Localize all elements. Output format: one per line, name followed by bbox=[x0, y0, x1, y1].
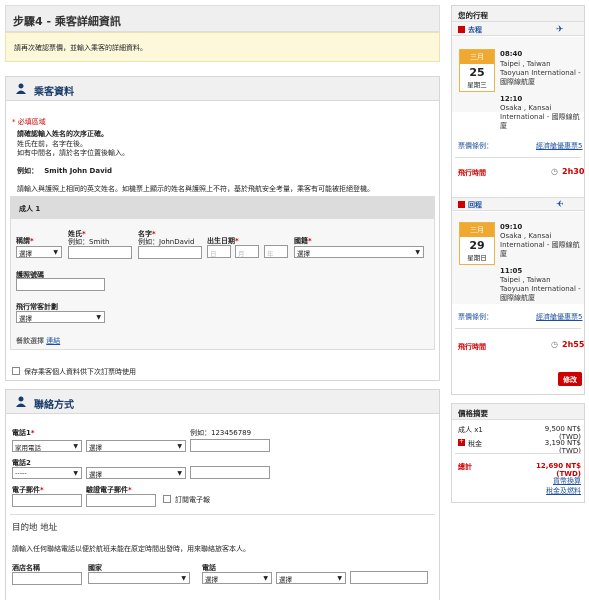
ffp-select[interactable]: 選擇 ▼ bbox=[16, 311, 105, 323]
outbound-fare-label: 票價條例： bbox=[458, 142, 493, 150]
destination-note: 請輸入任何聯絡電話以便於航班未能在原定時間出發時，用來聯絡旅客本人。 bbox=[12, 545, 250, 553]
example-label: 例如： bbox=[17, 167, 38, 175]
outbound-fare-link[interactable]: 經濟艙優惠票5 bbox=[536, 141, 582, 151]
country-select[interactable]: ▼ bbox=[88, 572, 190, 584]
outbound-date: 三月 25 星期三 bbox=[459, 49, 495, 92]
phone2-input[interactable] bbox=[190, 466, 270, 479]
name-order-title: 請確認輸入姓名的次序正確。 bbox=[17, 130, 108, 138]
person-icon bbox=[16, 83, 26, 94]
itinerary-title: 您的行程 bbox=[452, 6, 584, 22]
dob-month[interactable]: 月 bbox=[235, 245, 259, 258]
phone1-example: 例如：123456789 bbox=[190, 429, 252, 437]
dob-day[interactable]: 日 bbox=[207, 245, 231, 258]
page-title: 步驟4 - 乘客詳細資訊 bbox=[5, 5, 440, 32]
inbound-dep: Osaka , Kansai International - 國際線航廈 bbox=[500, 232, 580, 258]
outbound-duration: 2h30 bbox=[562, 167, 585, 176]
email-input[interactable] bbox=[12, 494, 82, 507]
outbound-label: 去程 bbox=[468, 26, 482, 34]
dest-phone-code-select[interactable]: 選擇 ▼ bbox=[202, 572, 272, 584]
title-select[interactable]: 選擇 ▼ bbox=[16, 246, 62, 258]
price-notice: 請再次確認票價，並輸入乘客的詳細資料。 bbox=[5, 32, 440, 62]
meal-row: 餐飲選擇 連結 bbox=[16, 337, 61, 345]
save-profile-label: 保存乘客個人資料供下次訂票時使用 bbox=[24, 368, 136, 376]
inbound-arr-time: 11:05 bbox=[500, 267, 523, 275]
modify-button[interactable]: 修改 bbox=[558, 372, 582, 386]
inbound-fare-link[interactable]: 經濟艙優惠票5 bbox=[536, 312, 582, 322]
divider bbox=[455, 453, 581, 454]
phone2-type-select[interactable]: ----- ▼ bbox=[12, 467, 82, 479]
outbound-marker-icon bbox=[458, 26, 465, 33]
expand-tax-icon[interactable]: + bbox=[458, 439, 465, 446]
inbound-duration-label: 飛行時間 bbox=[458, 343, 486, 351]
surname-input[interactable] bbox=[68, 246, 132, 259]
divider bbox=[455, 157, 581, 158]
phone1-input[interactable] bbox=[190, 439, 270, 452]
required-note: * 必填區域 bbox=[12, 118, 46, 126]
person-icon bbox=[16, 396, 26, 407]
currency-converter-link[interactable]: 貨幣換算 bbox=[540, 476, 581, 486]
adult-price-label: 成人 x1 bbox=[458, 426, 483, 434]
adult-panel: 成人 1 bbox=[10, 196, 435, 350]
dob-year[interactable]: 年 bbox=[264, 245, 288, 258]
destination-title: 目的地 地址 bbox=[12, 523, 58, 533]
phone1-label: 電話1* bbox=[12, 429, 35, 437]
passport-input[interactable] bbox=[16, 278, 105, 291]
inbound-duration: 2h55 bbox=[562, 340, 585, 349]
total-label: 總計 bbox=[458, 463, 472, 471]
inbound-label: 回程 bbox=[468, 201, 482, 209]
contact-header: 聯絡方式 bbox=[6, 390, 439, 414]
outbound-duration-label: 飛行時間 bbox=[458, 169, 486, 177]
price-title: 價格摘要 bbox=[452, 404, 584, 420]
outbound-dep-time: 08:40 bbox=[500, 50, 523, 58]
inbound-marker-icon bbox=[458, 201, 465, 208]
nationality-label: 國籍* bbox=[294, 237, 312, 245]
outbound-arr: Osaka , Kansai International - 國際線航廈 bbox=[500, 104, 580, 130]
phone1-type-select[interactable]: 家用電話 ▼ bbox=[12, 440, 82, 452]
passenger-header: 乘客資料 bbox=[6, 77, 439, 101]
hotel-input[interactable] bbox=[12, 572, 82, 585]
name-order-line2: 如有中間名，請於名字位置後輸入。 bbox=[17, 149, 129, 157]
tax-label: 稅金 bbox=[468, 440, 482, 448]
contact-title: 聯絡方式 bbox=[34, 400, 74, 411]
newsletter-label: 訂閱電子報 bbox=[175, 496, 210, 504]
title-label: 稱謂* bbox=[16, 237, 34, 245]
outbound-dep: Taipei , Taiwan Taoyuan International - 國… bbox=[500, 60, 581, 86]
newsletter-checkbox[interactable] bbox=[163, 495, 171, 503]
dest-phone-input[interactable] bbox=[350, 571, 428, 584]
plane-icon: ✈ bbox=[556, 200, 564, 210]
passport-note: 請輸入與護照上相同的英文姓名。如機票上顯示的姓名與護照上不符，基於飛航安全考量，… bbox=[17, 185, 374, 193]
example-value: Smith John David bbox=[44, 167, 113, 175]
divider bbox=[10, 514, 435, 515]
inbound-dep-time: 09:10 bbox=[500, 223, 523, 231]
dest-phone-type-select[interactable]: 選擇 ▼ bbox=[276, 572, 346, 584]
clock-icon: ◷ bbox=[551, 167, 558, 176]
passenger-title: 乘客資料 bbox=[34, 87, 74, 98]
plane-icon: ✈ bbox=[556, 25, 564, 35]
outbound-arr-time: 12:10 bbox=[500, 95, 523, 103]
meal-link[interactable]: 連結 bbox=[46, 337, 60, 345]
tax-fuel-link[interactable]: 稅金及燃料 bbox=[530, 486, 581, 496]
email-confirm-input[interactable] bbox=[86, 494, 156, 507]
phone1-code-select[interactable]: 選擇 ▼ bbox=[86, 440, 186, 452]
phone2-code-select[interactable]: 選擇 ▼ bbox=[86, 467, 186, 479]
save-profile-checkbox[interactable] bbox=[12, 367, 20, 375]
given-input[interactable] bbox=[138, 246, 202, 259]
clock-icon: ◷ bbox=[551, 340, 558, 349]
nationality-select[interactable]: 選擇 ▼ bbox=[294, 246, 424, 258]
inbound-date: 三月 29 星期日 bbox=[459, 222, 495, 265]
inbound-arr: Taipei , Taiwan Taoyuan International - 國… bbox=[500, 276, 581, 302]
divider bbox=[455, 328, 581, 329]
inbound-fare-label: 票價條例： bbox=[458, 313, 493, 321]
adult-label: 成人 1 bbox=[11, 197, 434, 219]
